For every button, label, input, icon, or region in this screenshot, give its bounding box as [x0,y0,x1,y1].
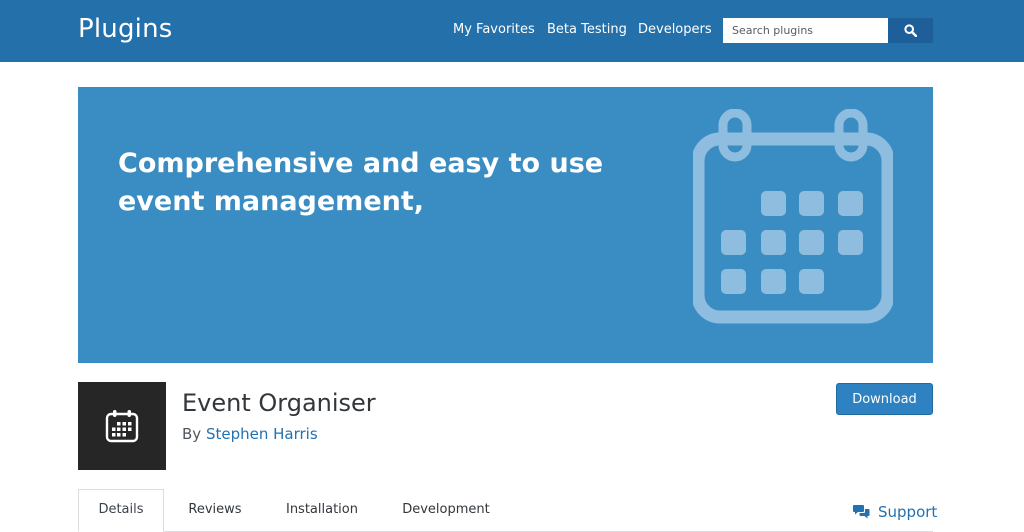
search-form [723,18,933,43]
tab-reviews[interactable]: Reviews [178,489,252,532]
plugin-icon [78,382,166,470]
author-link[interactable]: Stephen Harris [206,425,318,443]
support-label: Support [878,503,938,521]
author-by-label: By [182,425,202,443]
banner-line-2: event management, [118,186,425,217]
search-input[interactable] [723,18,888,43]
tab-installation[interactable]: Installation [278,489,366,532]
plugin-title: Event Organiser [182,389,376,417]
tab-development[interactable]: Development [398,489,494,532]
nav-beta-testing[interactable]: Beta Testing [547,22,627,40]
top-header: Plugins My Favorites Beta Testing Develo… [0,0,1024,62]
banner-headline: Comprehensive and easy to use event mana… [118,145,638,221]
calendar-icon [105,410,139,443]
download-button[interactable]: Download [836,383,933,415]
speech-bubbles-icon [853,505,870,519]
plugin-tabs: Details Reviews Installation Development [78,489,933,532]
tab-details[interactable]: Details [78,489,164,532]
nav-my-favorites[interactable]: My Favorites [453,22,535,40]
nav-developers[interactable]: Developers [638,22,712,40]
banner-line-1: Comprehensive and easy to use [118,148,604,179]
support-link[interactable]: Support [853,501,937,523]
search-button[interactable] [888,18,933,43]
search-icon [904,24,917,37]
plugin-banner: Comprehensive and easy to use event mana… [78,87,933,363]
calendar-icon [693,109,893,324]
site-brand[interactable]: Plugins [78,14,173,44]
plugin-author: By Stephen Harris [182,425,318,443]
